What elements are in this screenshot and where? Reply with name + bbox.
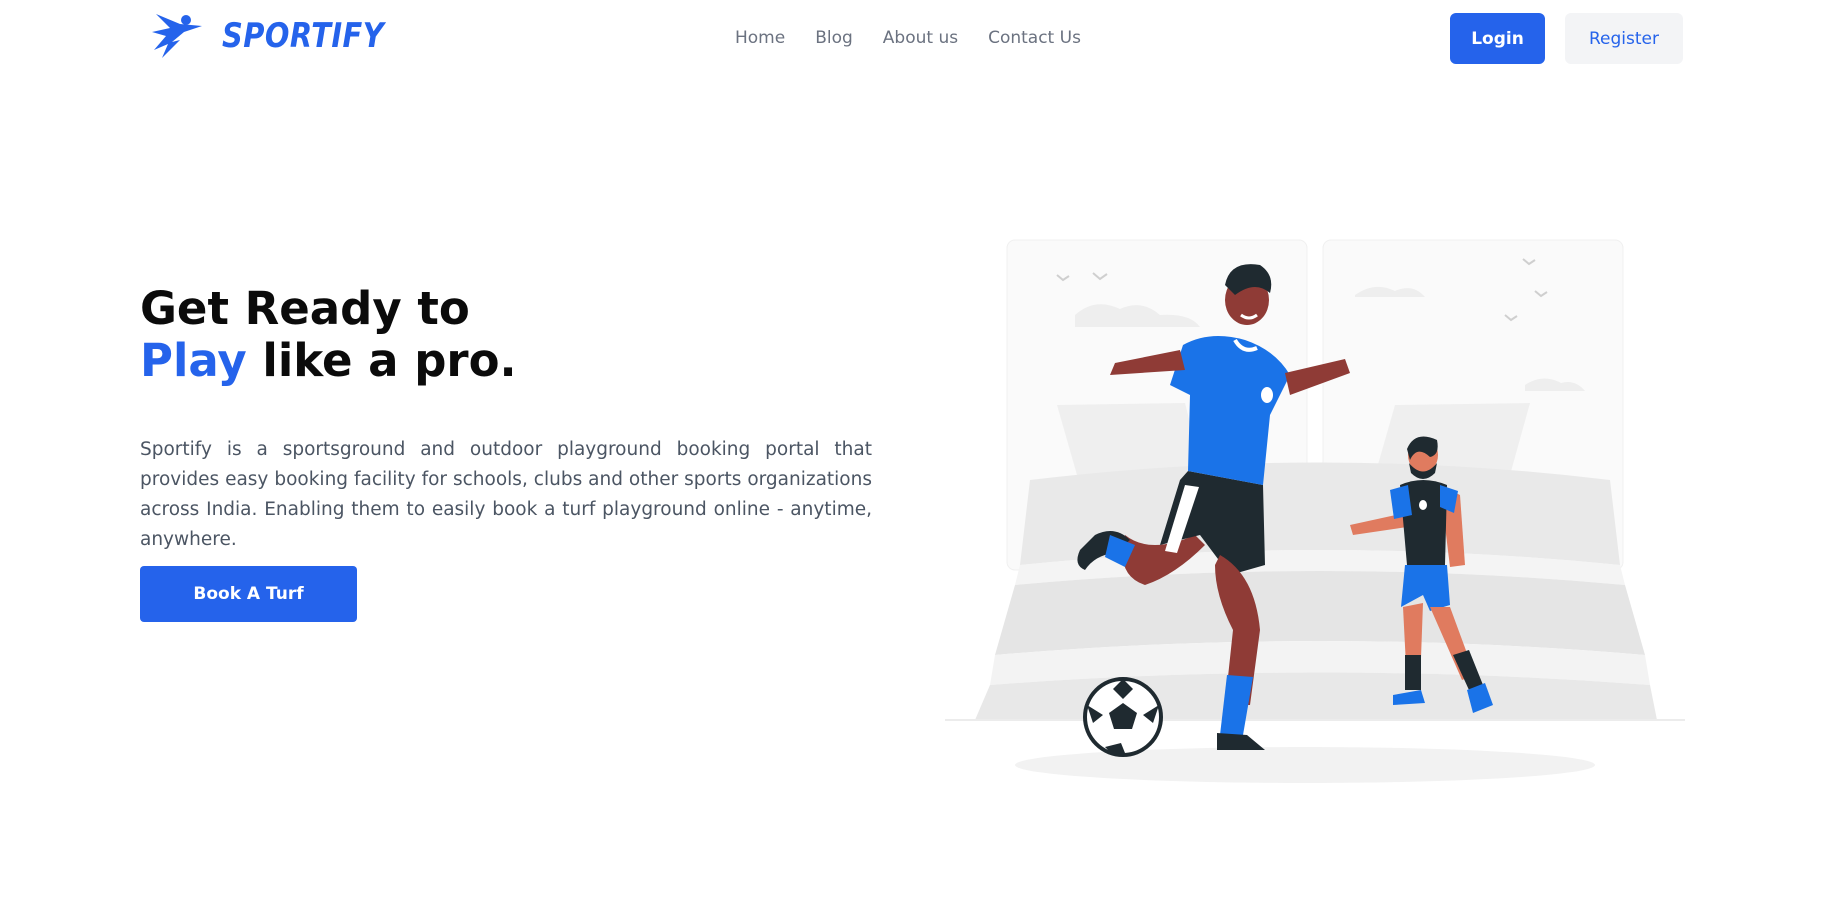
site-header: SPORTIFY Home Blog About us Contact Us L… (0, 0, 1835, 80)
hero-title-rest: like a pro. (262, 334, 517, 387)
hero-title-accent: Play (140, 334, 247, 387)
nav-about[interactable]: About us (883, 28, 958, 48)
nav-blog[interactable]: Blog (815, 28, 853, 48)
login-button[interactable]: Login (1450, 13, 1545, 64)
brand-name: SPORTIFY (222, 16, 385, 56)
nav-home[interactable]: Home (735, 28, 785, 48)
register-button[interactable]: Register (1565, 13, 1683, 64)
hero-title: Get Ready to Play like a pro. (140, 283, 517, 387)
sportify-logo-icon (152, 14, 202, 58)
football-players-illustration (945, 239, 1685, 783)
main-nav: Home Blog About us Contact Us (735, 28, 1081, 48)
brand-logo[interactable]: SPORTIFY (150, 10, 413, 62)
nav-contact[interactable]: Contact Us (988, 28, 1081, 48)
football-ball-icon (1083, 677, 1163, 757)
book-turf-button[interactable]: Book A Turf (140, 566, 357, 622)
hero-description: Sportify is a sportsground and outdoor p… (140, 439, 872, 550)
hero-title-line1: Get Ready to (140, 282, 470, 335)
